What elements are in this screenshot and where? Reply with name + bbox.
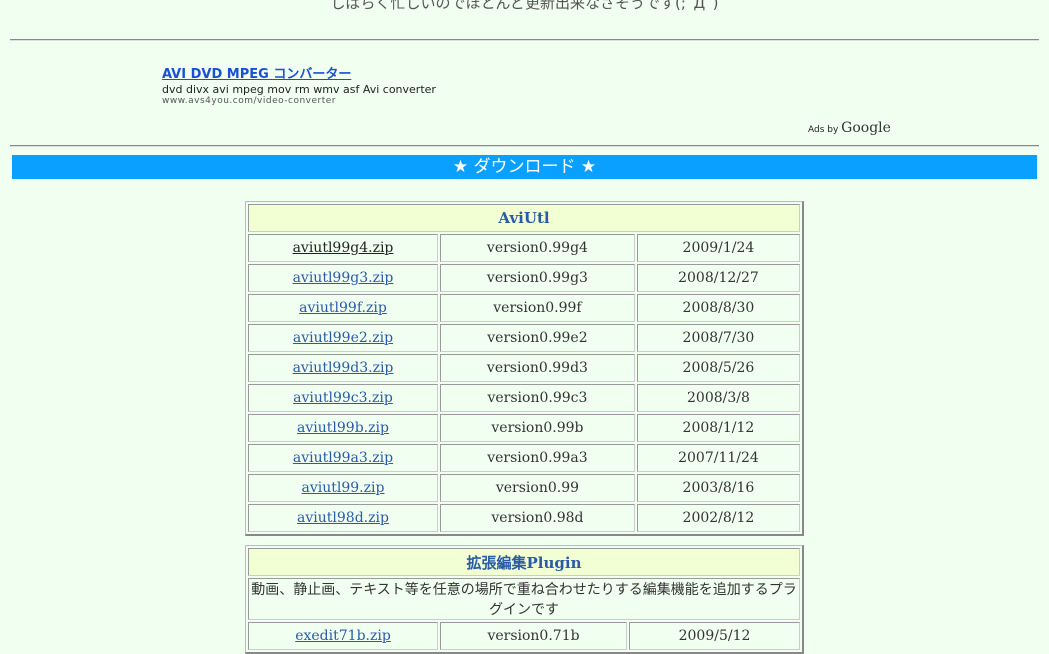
table-row: aviutl99e2.zip version0.99e2 2008/7/30: [248, 324, 800, 352]
version-cell: version0.99e2: [439, 324, 635, 352]
download-link[interactable]: aviutl99g4.zip: [293, 240, 394, 256]
download-link[interactable]: aviutl99b.zip: [297, 420, 389, 436]
ad-block: AVI DVD MPEG コンバーター dvd divx avi mpeg mo…: [162, 63, 436, 106]
download-link[interactable]: exedit71b.zip: [295, 628, 391, 644]
date-cell: 2008/3/8: [636, 384, 800, 412]
version-cell: version0.99b: [439, 414, 635, 442]
download-link[interactable]: aviutl99a3.zip: [293, 450, 393, 466]
file-cell: aviutl99c3.zip: [248, 384, 438, 412]
table-row: exedit71b.zip version0.71b 2009/5/12: [248, 622, 800, 650]
aviutl-download-table: AviUtl aviutl99g4.zip version0.99g4 2009/1…: [245, 201, 804, 536]
version-cell: version0.99g3: [439, 264, 635, 292]
divider-bottom: [10, 145, 1039, 147]
date-cell: 2008/1/12: [636, 414, 800, 442]
ad-title-link[interactable]: AVI DVD MPEG コンバーター: [162, 63, 436, 82]
table-row: aviutl99a3.zip version0.99a3 2007/11/24: [248, 444, 800, 472]
date-cell: 2008/7/30: [636, 324, 800, 352]
file-cell: aviutl99g3.zip: [248, 264, 438, 292]
table-row: aviutl99b.zip version0.99b 2008/1/12: [248, 414, 800, 442]
table-row: aviutl99f.zip version0.99f 2008/8/30: [248, 294, 800, 322]
divider-top: [10, 39, 1039, 41]
table-row: aviutl98d.zip version0.98d 2002/8/12: [248, 504, 800, 532]
version-cell: version0.99a3: [439, 444, 635, 472]
version-cell: version0.99g4: [439, 234, 635, 262]
file-cell: aviutl99.zip: [248, 474, 438, 502]
aviutl-table-title: AviUtl: [248, 204, 800, 232]
version-cell: version0.98d: [439, 504, 635, 532]
table-row: aviutl99c3.zip version0.99c3 2008/3/8: [248, 384, 800, 412]
file-cell: aviutl99a3.zip: [248, 444, 438, 472]
date-cell: 2009/5/12: [629, 622, 800, 650]
download-link[interactable]: aviutl99f.zip: [299, 300, 387, 316]
ads-by-prefix: Ads by: [808, 125, 842, 135]
date-cell: 2008/8/30: [636, 294, 800, 322]
table-row: aviutl99d3.zip version0.99d3 2008/5/26: [248, 354, 800, 382]
date-cell: 2008/12/27: [636, 264, 800, 292]
plugin-download-table: 拡張編集Plugin 動画、静止画、テキスト等を任意の場所で重ね合わせたりする編…: [245, 545, 804, 654]
file-cell: aviutl99b.zip: [248, 414, 438, 442]
file-cell: aviutl99e2.zip: [248, 324, 438, 352]
download-link[interactable]: aviutl99d3.zip: [293, 360, 394, 376]
date-cell: 2003/8/16: [636, 474, 800, 502]
version-cell: version0.99: [439, 474, 635, 502]
download-link[interactable]: aviutl99e2.zip: [293, 330, 393, 346]
version-cell: version0.99d3: [439, 354, 635, 382]
date-cell: 2007/11/24: [636, 444, 800, 472]
plugin-description: 動画、静止画、テキスト等を任意の場所で重ね合わせたりする編集機能を追加するプラグ…: [248, 578, 800, 620]
plugin-table-title: 拡張編集Plugin: [248, 548, 800, 576]
ads-by-google[interactable]: Ads by Google: [808, 120, 891, 136]
version-cell: version0.99c3: [439, 384, 635, 412]
file-cell: aviutl99g4.zip: [248, 234, 438, 262]
notice-text: しばらく忙しいのでほとんど更新出来なさそうです(;´Д`): [330, 0, 719, 12]
date-cell: 2002/8/12: [636, 504, 800, 532]
table-row: aviutl99g3.zip version0.99g3 2008/12/27: [248, 264, 800, 292]
file-cell: aviutl99f.zip: [248, 294, 438, 322]
version-cell: version0.99f: [439, 294, 635, 322]
download-link[interactable]: aviutl99.zip: [302, 480, 385, 496]
file-cell: aviutl98d.zip: [248, 504, 438, 532]
file-cell: aviutl99d3.zip: [248, 354, 438, 382]
date-cell: 2009/1/24: [636, 234, 800, 262]
google-logo: Google: [841, 120, 891, 136]
date-cell: 2008/5/26: [636, 354, 800, 382]
ad-description: dvd divx avi mpeg mov rm wmv asf Avi con…: [162, 83, 436, 96]
version-cell: version0.71b: [440, 622, 628, 650]
download-link[interactable]: aviutl99c3.zip: [293, 390, 393, 406]
download-banner: ★ ダウンロード ★: [12, 155, 1037, 179]
table-row: aviutl99.zip version0.99 2003/8/16: [248, 474, 800, 502]
table-row: aviutl99g4.zip version0.99g4 2009/1/24: [248, 234, 800, 262]
download-link[interactable]: aviutl98d.zip: [297, 510, 389, 526]
file-cell: exedit71b.zip: [248, 622, 439, 650]
download-link[interactable]: aviutl99g3.zip: [293, 270, 394, 286]
ad-url[interactable]: www.avs4you.com/video-converter: [162, 96, 436, 106]
